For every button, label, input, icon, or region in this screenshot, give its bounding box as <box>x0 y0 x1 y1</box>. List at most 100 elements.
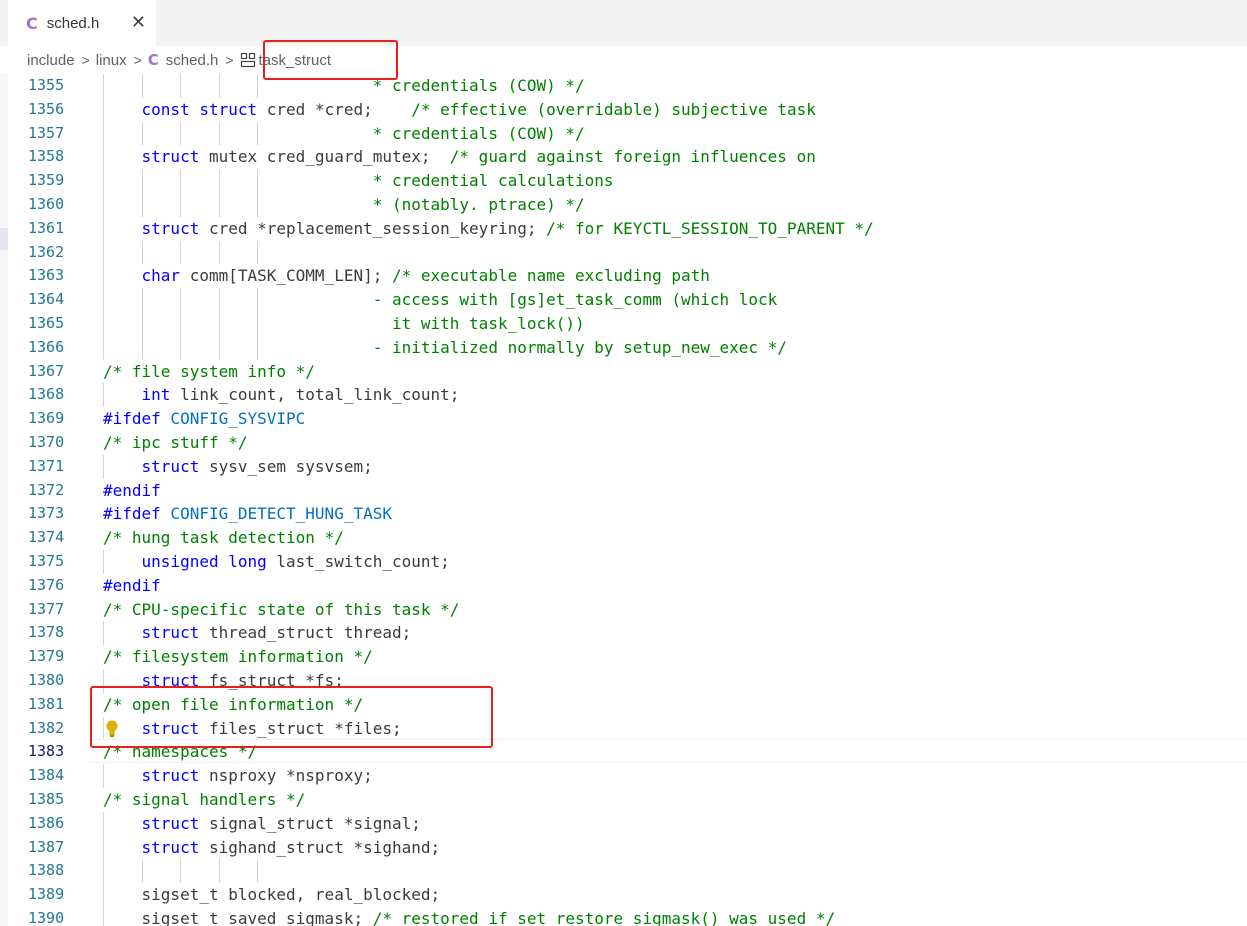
code-line[interactable]: 1389 sigset_t blocked, real_blocked; <box>0 883 1247 907</box>
indent-guide <box>141 859 143 884</box>
close-icon[interactable]: ✕ <box>131 12 146 32</box>
code-line[interactable]: 1375 unsigned long last_switch_count; <box>0 550 1247 574</box>
breadcrumb: include > linux > C sched.h > task_struc… <box>0 46 1247 74</box>
code-line[interactable]: 1357 * credentials (COW) */ <box>0 121 1247 146</box>
code-text: char comm[TASK_COMM_LEN]; /* executable … <box>141 266 710 286</box>
line-number: 1362 <box>28 242 65 261</box>
code-line[interactable]: 1363 char comm[TASK_COMM_LEN]; /* execut… <box>0 264 1247 289</box>
code-line[interactable]: 1359 * credential calculations <box>0 169 1247 193</box>
code-line[interactable]: 1385 /* signal handlers */ <box>0 788 1247 812</box>
code-line[interactable]: 1366 - initialized normally by setup_new… <box>0 335 1247 360</box>
line-number: 1371 <box>28 456 65 475</box>
indent-guide <box>103 859 104 884</box>
code-text: * (notably. ptrace) */ <box>103 195 585 214</box>
code-text: struct nsproxy *nsproxy; <box>141 766 373 786</box>
line-number: 1384 <box>28 766 65 785</box>
code-line[interactable]: 1374 /* hung task detection */ <box>0 526 1247 550</box>
code-text: unsigned long last_switch_count; <box>141 552 450 571</box>
code-line[interactable]: 1384 struct nsproxy *nsproxy; <box>0 764 1247 788</box>
line-number: 1358 <box>28 147 65 166</box>
code-line[interactable]: 1371 struct sysv_sem sysvsem; <box>0 454 1247 479</box>
code-line[interactable]: 1368 int link_count, total_link_count; <box>0 383 1247 408</box>
tab-sched-h[interactable]: C sched.h ✕ <box>8 0 156 46</box>
code-line[interactable]: 1370 /* ipc stuff */ <box>0 431 1247 455</box>
code-line[interactable]: 1390 sigset_t saved_sigmask; /* restored… <box>0 907 1247 926</box>
code-text: * credentials (COW) */ <box>103 123 585 143</box>
indent-guide <box>218 240 220 265</box>
line-number: 1367 <box>28 361 65 380</box>
code-text: /* file system info */ <box>103 361 315 381</box>
line-number: 1377 <box>28 599 65 618</box>
line-number: 1360 <box>28 195 65 213</box>
code-line[interactable]: 1367 /* file system info */ <box>0 360 1247 384</box>
code-text: sigset_t saved_sigmask; /* restored if s… <box>103 909 836 926</box>
indent-guide <box>257 859 259 884</box>
line-number: 1356 <box>28 99 65 118</box>
code-line[interactable]: 1362 <box>0 240 1247 265</box>
code-text: #ifdef CONFIG_SYSVIPC <box>103 409 306 429</box>
code-text: #ifdef CONFIG_DETECT_HUNG_TASK <box>103 504 392 524</box>
code-text: /* signal handlers */ <box>103 790 306 809</box>
line-number: 1386 <box>28 813 65 832</box>
indent-guide <box>103 240 104 265</box>
c-file-icon: C <box>26 13 38 33</box>
line-number: 1378 <box>28 623 65 642</box>
highlight-open-file-info <box>90 686 493 748</box>
line-number: 1390 <box>28 909 65 926</box>
line-number: 1359 <box>28 171 65 190</box>
code-line[interactable]: 1364 - access with [gs]et_task_comm (whi… <box>0 288 1247 312</box>
code-line[interactable]: 1377 /* CPU-specific state of this task *… <box>0 598 1247 622</box>
code-text: it with task_lock()) <box>103 314 585 333</box>
code-line[interactable]: 1378 struct thread_struct thread; <box>0 621 1247 646</box>
tab-bar: C sched.h ✕ <box>0 0 1247 47</box>
indent-guide <box>218 859 220 884</box>
chevron-right-icon: > <box>225 52 234 68</box>
code-text: struct mutex cred_guard_mutex; /* guard … <box>141 147 816 167</box>
line-number: 1381 <box>28 694 65 713</box>
code-editor[interactable]: 1355 * credentials (COW) */1356 const st… <box>0 74 1247 926</box>
code-line[interactable]: 1356 const struct cred *cred; /* effecti… <box>0 97 1247 122</box>
code-line[interactable]: 1373 #ifdef CONFIG_DETECT_HUNG_TASK <box>0 502 1247 526</box>
indent-guide <box>180 859 182 884</box>
line-number: 1389 <box>28 885 65 904</box>
breadcrumb-sched-h[interactable]: sched.h <box>166 52 219 69</box>
code-line[interactable]: 1372 #endif <box>0 479 1247 503</box>
code-text: /* CPU-specific state of this task */ <box>103 599 460 619</box>
line-number: 1387 <box>28 837 65 856</box>
code-text: /* hung task detection */ <box>103 528 344 548</box>
line-number: 1364 <box>28 290 65 309</box>
code-line[interactable]: 1386 struct signal_struct *signal; <box>0 811 1247 836</box>
line-number: 1382 <box>28 718 65 737</box>
code-line[interactable]: 1358 struct mutex cred_guard_mutex; /* g… <box>0 145 1247 170</box>
line-number: 1370 <box>28 433 65 451</box>
tab-label: sched.h <box>46 14 100 32</box>
code-line[interactable]: 1365 it with task_lock()) <box>0 312 1247 336</box>
code-line[interactable]: 1387 struct sighand_struct *sighand; <box>0 835 1247 860</box>
code-text: int link_count, total_link_count; <box>141 385 460 405</box>
code-text: /* filesystem information */ <box>103 647 373 667</box>
struct-icon <box>240 52 255 68</box>
line-number: 1380 <box>28 671 65 689</box>
code-line[interactable]: 1360 * (notably. ptrace) */ <box>0 193 1247 217</box>
code-text: struct signal_struct *signal; <box>141 813 421 833</box>
breadcrumb-include[interactable]: include <box>27 52 75 69</box>
line-number: 1372 <box>28 480 65 499</box>
code-text: * credentials (COW) */ <box>103 76 585 95</box>
breadcrumb-linux[interactable]: linux <box>96 52 127 69</box>
code-text: #endif <box>103 480 161 500</box>
code-line[interactable]: 1379 /* filesystem information */ <box>0 645 1247 669</box>
chevron-right-icon: > <box>81 52 90 68</box>
line-number: 1374 <box>28 528 65 547</box>
code-line[interactable]: 1361 struct cred *replacement_session_ke… <box>0 216 1247 241</box>
code-text: struct thread_struct thread; <box>141 623 412 643</box>
code-line[interactable]: 1388 <box>0 859 1247 884</box>
code-line[interactable]: 1355 * credentials (COW) */ <box>0 74 1247 98</box>
code-text: #endif <box>103 575 161 595</box>
c-file-icon: C <box>147 51 159 69</box>
line-number: 1388 <box>28 861 65 880</box>
line-number: 1363 <box>28 266 65 285</box>
line-number: 1376 <box>28 575 65 594</box>
code-line[interactable]: 1376 #endif <box>0 574 1247 598</box>
chevron-right-icon: > <box>133 52 142 68</box>
code-line[interactable]: 1369 #ifdef CONFIG_SYSVIPC <box>0 407 1247 431</box>
